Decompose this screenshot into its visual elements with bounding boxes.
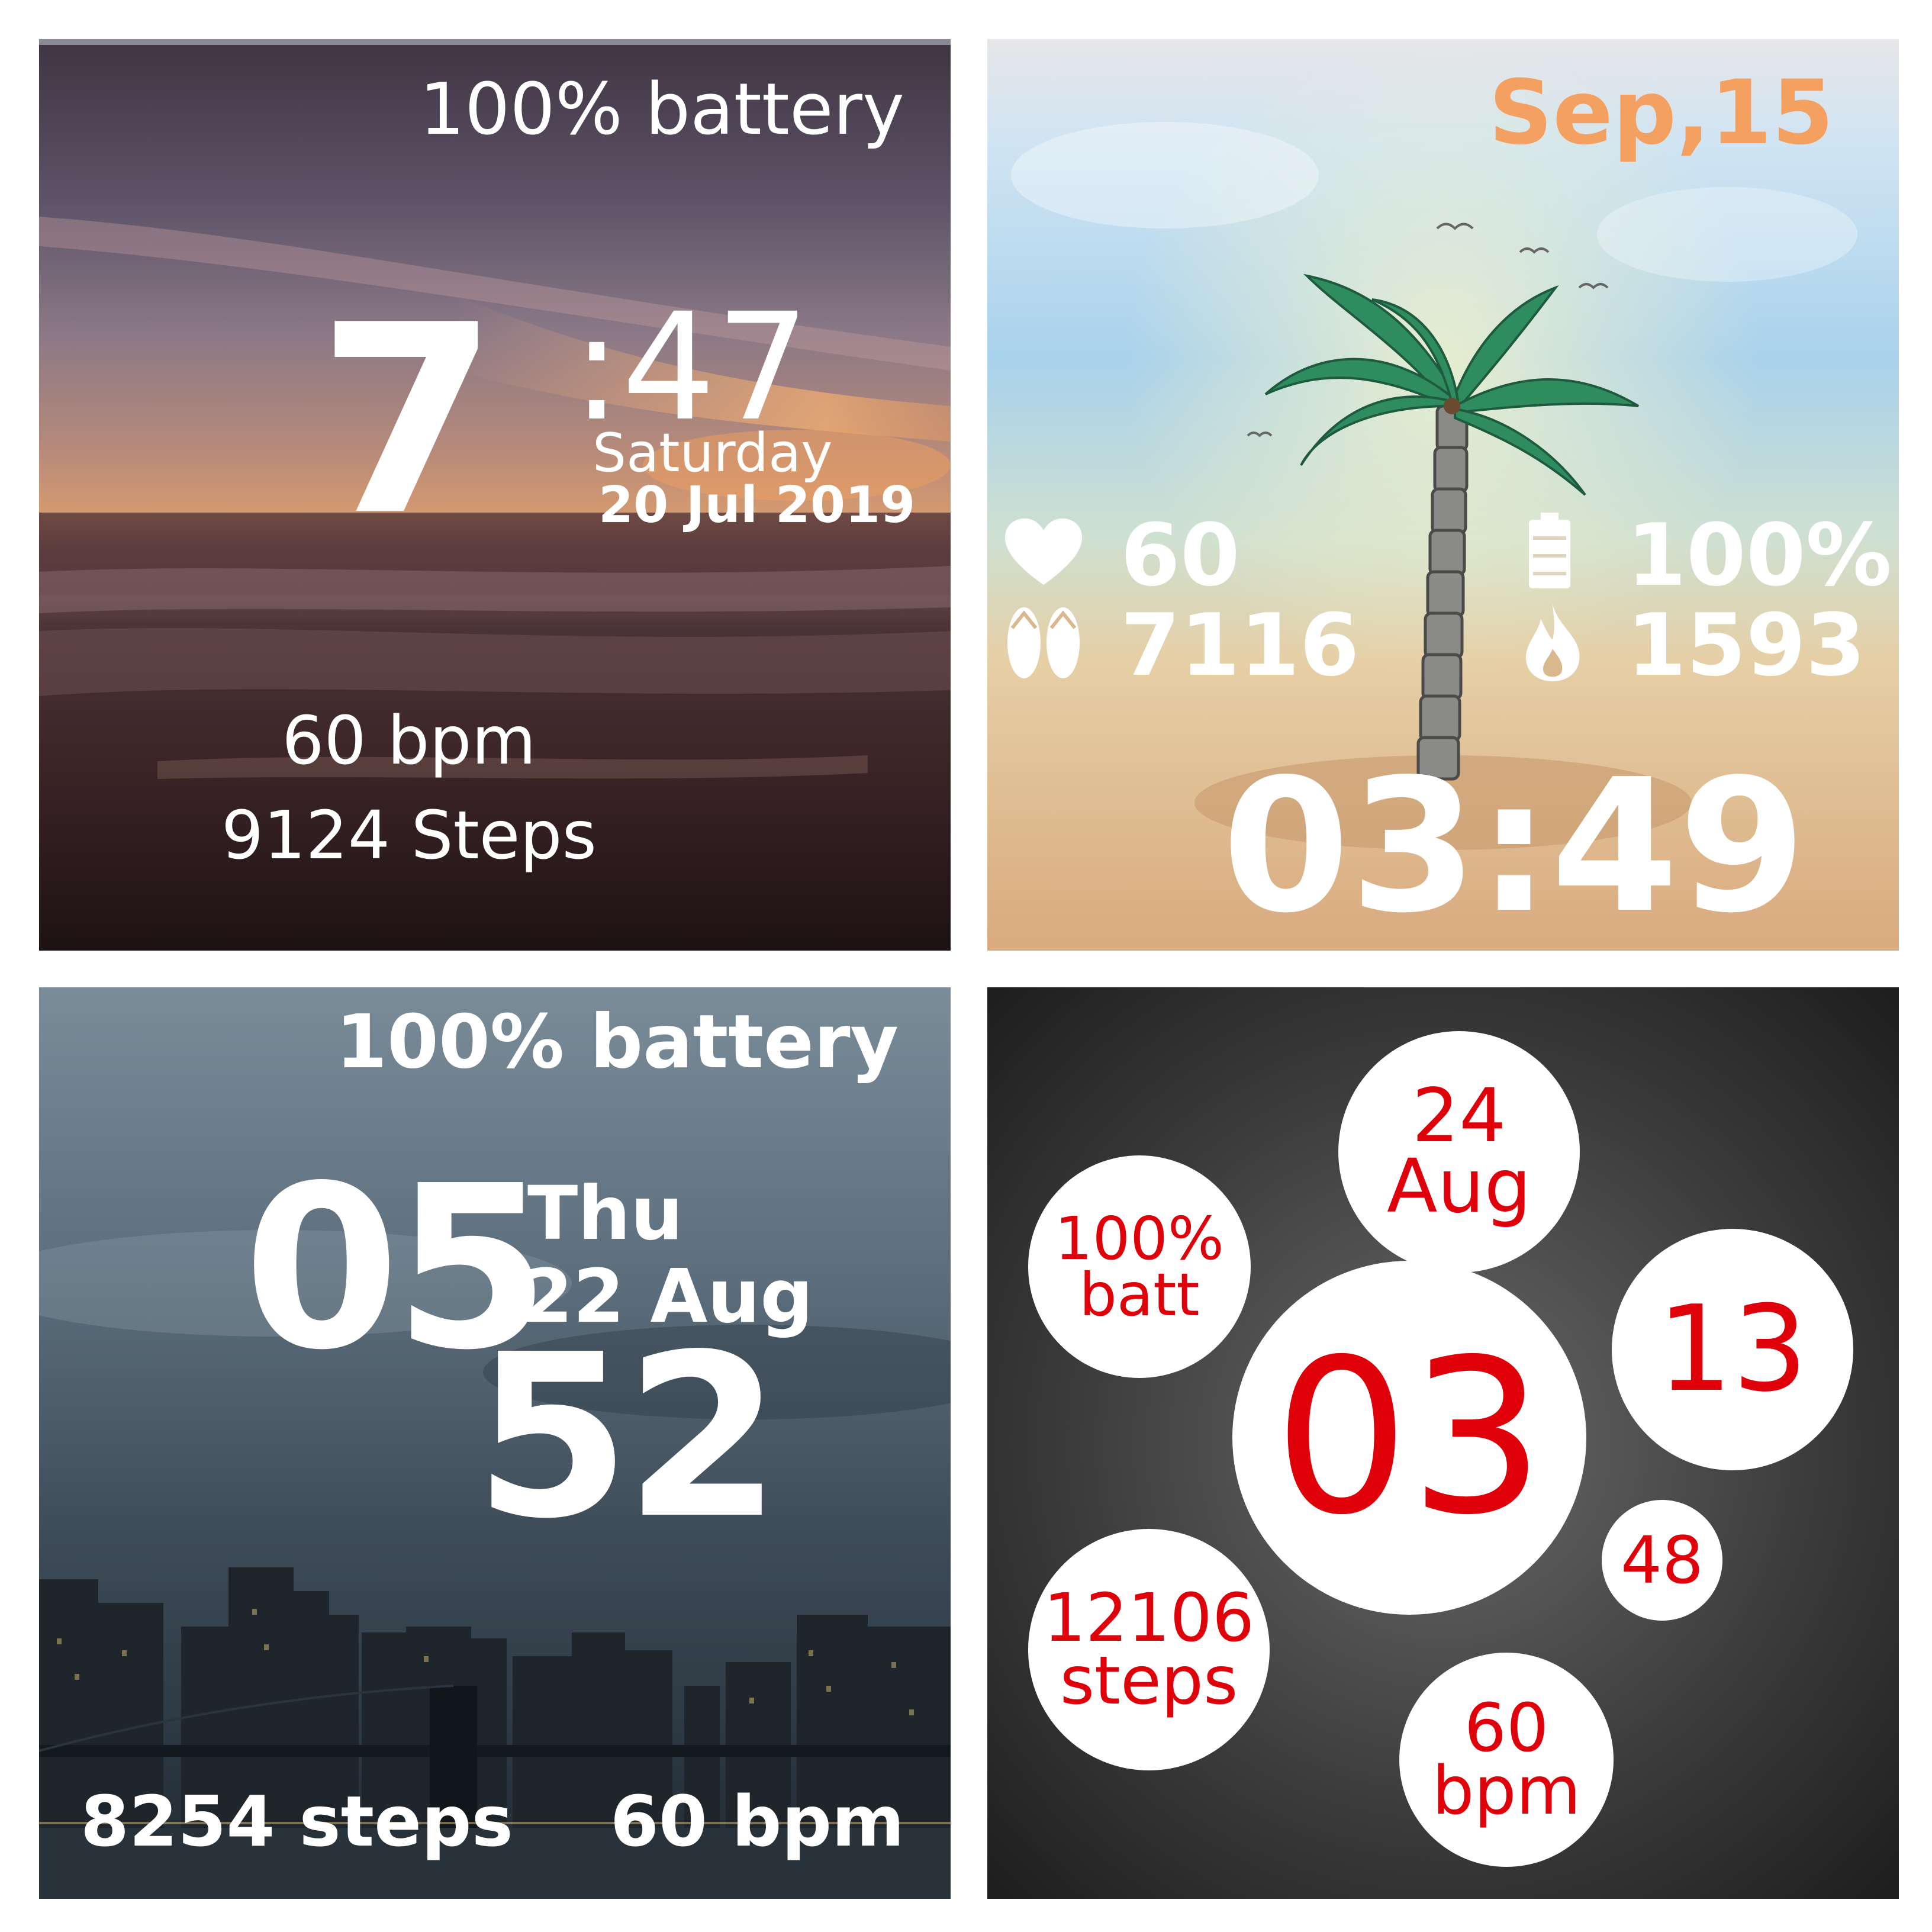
heart-rate: 60 bbox=[1120, 505, 1240, 606]
battery-icon bbox=[1529, 513, 1570, 588]
date-day: 24 bbox=[1412, 1073, 1506, 1160]
watchface-palm-tree: Sep,15 60 7116 100% 1593 03:49 bbox=[987, 39, 1899, 951]
weekday-label: Thu bbox=[527, 1171, 684, 1257]
step-count: 7116 bbox=[1120, 595, 1360, 695]
time-hour: 03 bbox=[1273, 1313, 1545, 1561]
date-month: Aug bbox=[1386, 1144, 1532, 1229]
steps-label: steps bbox=[1060, 1643, 1238, 1720]
heart-rate-bubble: 60 bpm bbox=[1399, 1653, 1614, 1867]
calories-burned: 1593 bbox=[1627, 595, 1866, 695]
battery-level: 100% bbox=[1627, 505, 1892, 606]
minute-bubble: 13 bbox=[1612, 1229, 1853, 1470]
date-label: 20 Jul 2019 bbox=[598, 476, 916, 534]
time-minute: 52 bbox=[474, 1306, 781, 1568]
time-hour: 7 bbox=[317, 269, 499, 572]
watchface-bubbles: 24 Aug 100% batt 03 13 48 12106 steps 60… bbox=[987, 987, 1899, 1899]
watchface-beach-sunset: 100% battery 7 :47 Saturday 20 Jul 2019 … bbox=[39, 39, 951, 951]
steps-value: 12106 bbox=[1043, 1579, 1255, 1657]
second-bubble: 48 bbox=[1602, 1500, 1722, 1621]
watchface-city-skyline: 100% battery 05 Thu 22 Aug 52 8254 steps… bbox=[39, 987, 951, 1899]
time-minute: 13 bbox=[1657, 1280, 1808, 1418]
battery-label: batt bbox=[1079, 1260, 1200, 1329]
steps-bubble: 12106 steps bbox=[1028, 1529, 1270, 1770]
battery-bubble: 100% batt bbox=[1028, 1155, 1251, 1378]
heart-rate: 60 bpm bbox=[282, 703, 536, 780]
date-label: Sep,15 bbox=[1489, 62, 1834, 165]
step-count: 8254 steps bbox=[80, 1780, 513, 1862]
step-count: 9124 Steps bbox=[221, 797, 597, 874]
time-second: 48 bbox=[1621, 1522, 1704, 1598]
flame-icon bbox=[1526, 604, 1580, 681]
heart-label: bpm bbox=[1432, 1753, 1581, 1830]
time-minute: :47 bbox=[572, 281, 810, 453]
date-bubble: 24 Aug bbox=[1338, 1031, 1580, 1273]
heart-value: 60 bbox=[1464, 1689, 1549, 1767]
heart-rate: 60 bpm bbox=[610, 1780, 904, 1862]
heart-icon bbox=[1005, 519, 1082, 585]
weekday-label: Saturday bbox=[593, 422, 833, 484]
time-display: 03:49 bbox=[1222, 740, 1807, 951]
battery-value: 100% bbox=[1055, 1204, 1224, 1273]
battery-level: 100% battery bbox=[419, 69, 904, 151]
flip-flops-icon bbox=[1007, 607, 1080, 678]
battery-level: 100% battery bbox=[336, 999, 899, 1085]
hour-bubble: 03 bbox=[1232, 1261, 1586, 1615]
